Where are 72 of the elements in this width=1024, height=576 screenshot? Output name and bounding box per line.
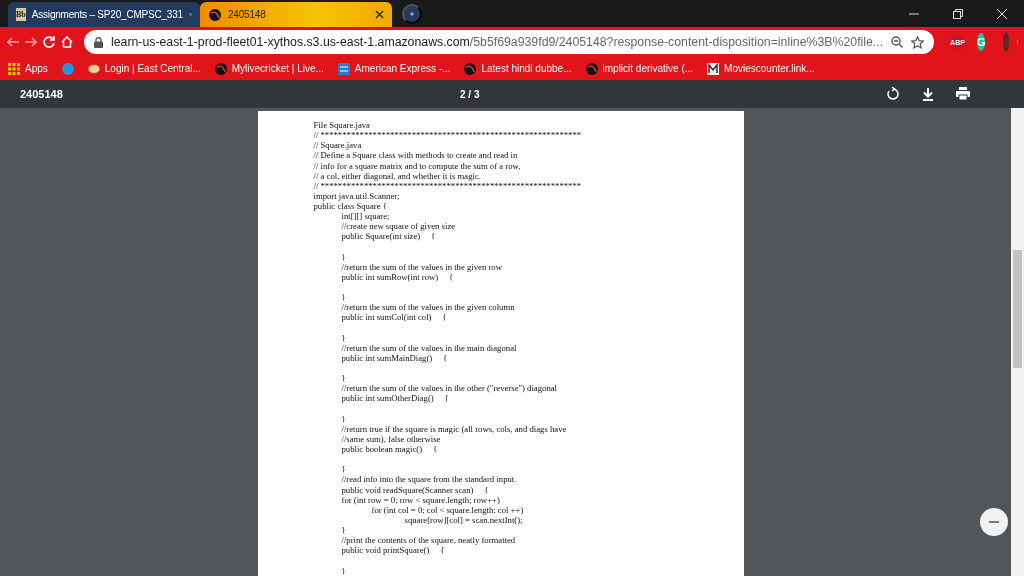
code-line: } bbox=[340, 413, 347, 424]
scrollbar[interactable] bbox=[1011, 108, 1024, 576]
code-line: // ************************************************************ bbox=[313, 180, 583, 191]
bookmark-item[interactable]: Mylivecricket | Live... bbox=[214, 62, 324, 75]
code-line: } bbox=[340, 464, 347, 475]
code-line: public int sumRow(int row) { bbox=[340, 271, 455, 282]
code-line: public int sumMainDiag() { bbox=[340, 352, 449, 363]
code-line: // info for a square matrix and to compute the sum of a row, bbox=[313, 160, 522, 171]
restore-icon[interactable] bbox=[953, 8, 963, 19]
code-line: // Define a Square class with methods to create and read in bbox=[313, 150, 519, 161]
code-line: } bbox=[340, 332, 347, 343]
bookmark-item[interactable]: Apps bbox=[8, 62, 48, 75]
profile-avatar[interactable] bbox=[1003, 32, 1009, 52]
code-line: } bbox=[340, 292, 347, 303]
bookmark-item[interactable]: Moviescounter.link... bbox=[707, 62, 815, 75]
code-line: //read info into the square from the standard input. bbox=[340, 474, 518, 485]
code-line: import java.util.Scanner; bbox=[313, 190, 401, 201]
home-icon[interactable] bbox=[60, 35, 74, 49]
code-line: public Square(int size) { bbox=[340, 231, 437, 242]
code-line: int[][] square; bbox=[340, 211, 391, 222]
code-line: } bbox=[340, 565, 347, 576]
bookmark-item[interactable]: Login | East Central... bbox=[87, 62, 201, 75]
code-line: } bbox=[340, 251, 347, 262]
code-line: } bbox=[340, 373, 347, 384]
page-indicator: 2 / 3 bbox=[460, 88, 480, 100]
code-line: File Square.java bbox=[313, 120, 371, 131]
code-line: } bbox=[340, 525, 347, 536]
browser-tab[interactable]: 2405148 bbox=[200, 2, 392, 27]
scrollbar-thumb[interactable] bbox=[1013, 250, 1022, 368]
zoom-out-button[interactable] bbox=[980, 508, 1008, 536]
url-text: learn-us-east-1-prod-fleet01-xythos.s3.us-east-1.amazonaws.com/5b5f69a939fd9/2405148?response-content-disposition=inline%3B%20file... bbox=[111, 35, 884, 49]
minus-icon bbox=[989, 521, 999, 523]
close-icon[interactable] bbox=[375, 10, 384, 19]
bookmark-item[interactable]: American Express -... bbox=[337, 62, 451, 75]
bookmark-item[interactable]: Latest hindi dubbe... bbox=[464, 62, 572, 75]
favicon-icon: Bb bbox=[16, 8, 26, 21]
code-line: //same sum), false otherwise bbox=[340, 433, 441, 444]
code-line: //return true if the square is magic (all rows, cols, and diags have bbox=[340, 423, 568, 434]
document-title: 2405148 bbox=[20, 88, 64, 100]
code-line: public void printSquare() { bbox=[340, 545, 446, 556]
rotate-icon[interactable] bbox=[886, 87, 900, 101]
badge-icon bbox=[87, 62, 100, 75]
code-line: for (int row = 0; row < square.length; row++) bbox=[340, 494, 501, 505]
zoom-icon[interactable] bbox=[891, 36, 904, 48]
code-line: //return the sum of the values in the main diagonal bbox=[340, 342, 518, 353]
code-line: public int sumOtherDiag() { bbox=[340, 393, 450, 404]
browser-tab[interactable]: Bb Assignments – SP20_CMPSC_331 bbox=[8, 2, 200, 27]
download-icon[interactable] bbox=[922, 87, 934, 101]
bookmark-item[interactable]: implicit derivative (... bbox=[585, 62, 694, 75]
code-line: //return the sum of the values in the given column bbox=[340, 302, 516, 313]
code-line: //return the sum of the values in the given row bbox=[340, 261, 503, 272]
code-line: public class Square { bbox=[313, 201, 388, 212]
code-line: public int sumCol(int col) { bbox=[340, 312, 448, 323]
code-line: for (int col = 0; col < square.length; col ++) bbox=[370, 504, 525, 515]
code-line: //return the sum of the values in the other ("reverse") diagonal bbox=[340, 383, 559, 394]
apps-grid-icon bbox=[8, 62, 20, 75]
code-line: // Square.java bbox=[313, 140, 363, 151]
code-line: //print the contents of the square, neatly formatted bbox=[340, 535, 517, 546]
lock-icon bbox=[94, 36, 103, 48]
code-line: public boolean magic() { bbox=[340, 444, 439, 455]
print-icon[interactable] bbox=[956, 87, 970, 100]
code-line: // ************************************************************ bbox=[313, 130, 583, 141]
new-tab-button[interactable] bbox=[402, 4, 422, 24]
code-line: public void readSquare(Scanner scan) { bbox=[340, 484, 490, 495]
code-line: square[row][col] = scan.nextInt(); bbox=[403, 514, 524, 525]
address-bar[interactable]: learn-us-east-1-prod-fleet01-xythos.s3.us-east-1.amazonaws.com/5b5f69a939fd9/2405148?response-content-disposition=inline%3B%20file... bbox=[84, 30, 935, 54]
card-icon bbox=[337, 62, 350, 75]
code-line: // a col, either diagonal, and whether it is magic. bbox=[313, 170, 482, 181]
star-icon[interactable] bbox=[911, 35, 925, 49]
reload-icon[interactable] bbox=[42, 35, 56, 49]
code-line: //create new square of given size bbox=[340, 221, 457, 232]
m-logo-icon bbox=[707, 62, 720, 75]
